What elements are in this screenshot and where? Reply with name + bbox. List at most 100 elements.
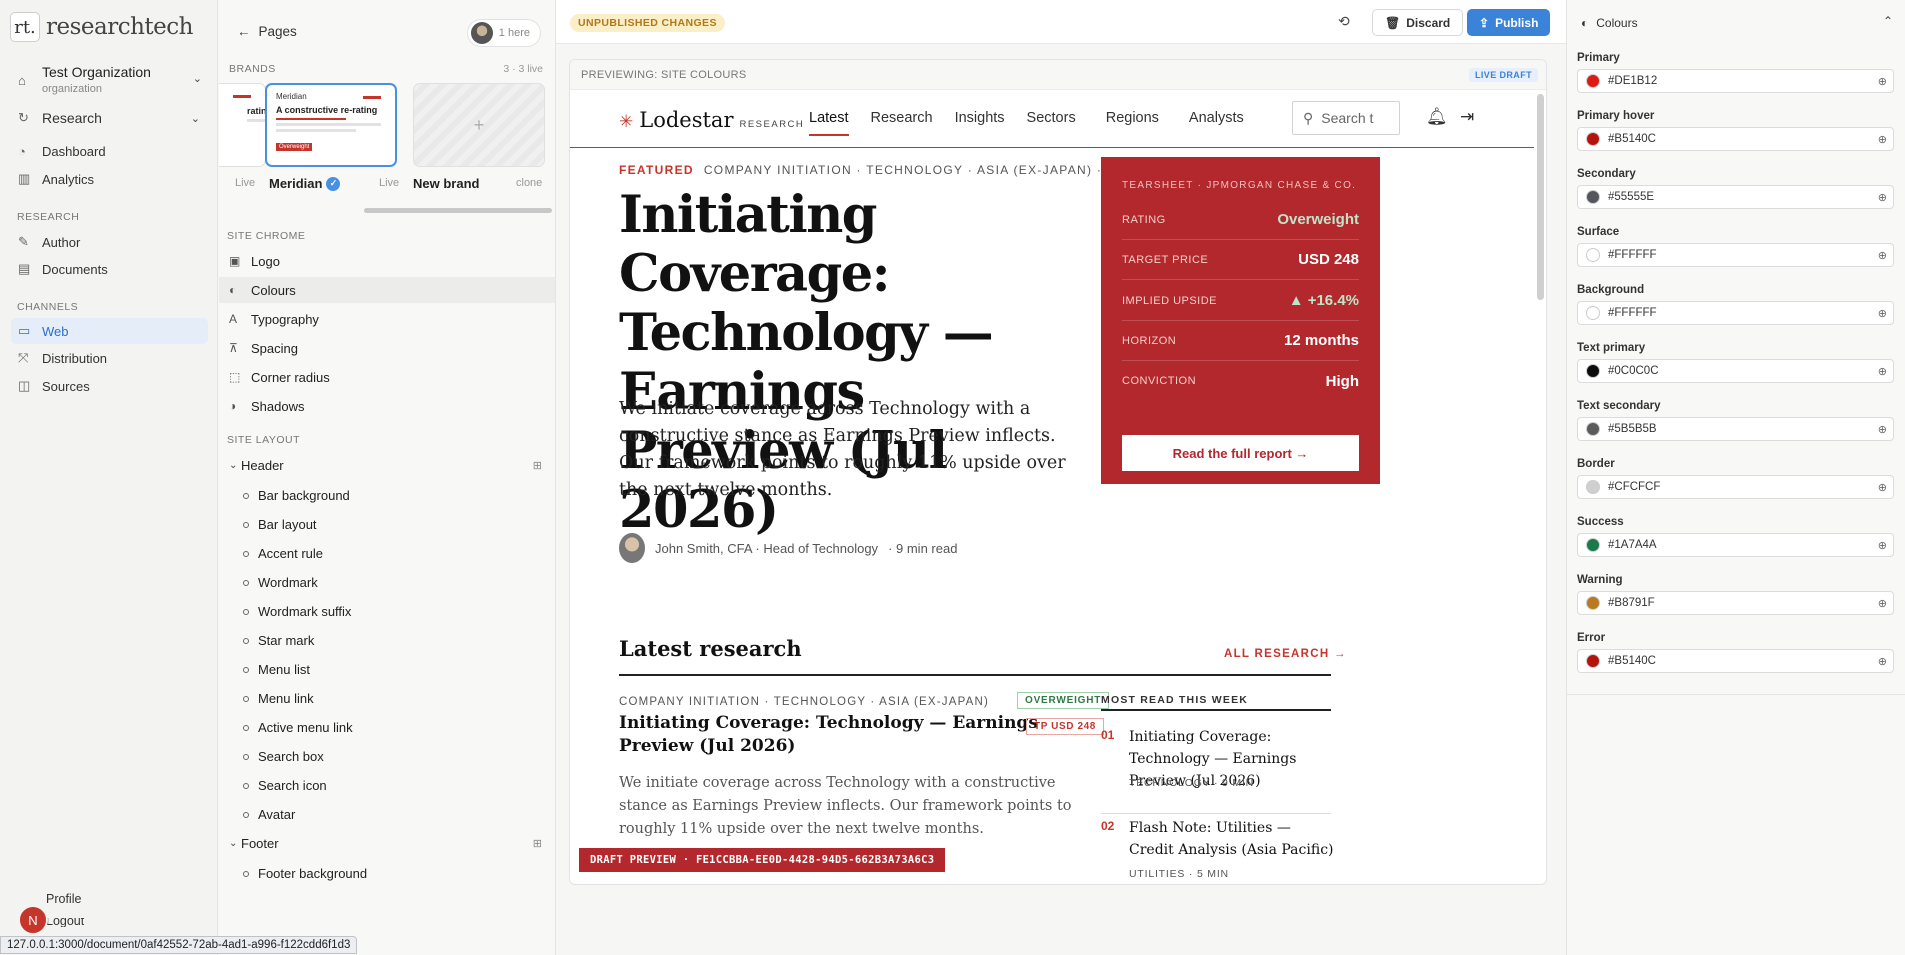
menu-link-sectors[interactable]: Sectors (1027, 110, 1076, 136)
menu-link-regions[interactable]: Regions (1106, 110, 1159, 136)
colour-input[interactable]: #B5140C ⊕ (1577, 127, 1894, 151)
eyedropper-icon[interactable]: ⊕ (1878, 133, 1887, 146)
chrome-item-spacing[interactable]: ⊼ Spacing (219, 335, 555, 361)
header-item[interactable]: Menu link (243, 691, 314, 706)
colour-input[interactable]: #B5140C ⊕ (1577, 649, 1894, 673)
shadow-icon: ◑ (229, 399, 237, 413)
article-title[interactable]: Initiating Coverage: Technology — Earnin… (619, 712, 1079, 758)
chrome-item-logo[interactable]: ▣ Logo (219, 248, 555, 274)
header-item[interactable]: Bar background (243, 488, 350, 503)
header-item[interactable]: Search box (243, 749, 324, 764)
header-item[interactable]: Search icon (243, 778, 327, 793)
colour-swatch[interactable] (1586, 74, 1600, 88)
colour-swatch[interactable] (1586, 248, 1600, 262)
brands-scrollbar[interactable] (364, 208, 552, 213)
layout-group-footer[interactable]: ⌄ Footer ⊞ (219, 836, 555, 851)
brand-card-partial[interactable]: rating (219, 83, 266, 167)
header-item[interactable]: Star mark (243, 633, 314, 648)
colour-swatch[interactable] (1586, 538, 1600, 552)
header-item[interactable]: Wordmark suffix (243, 604, 351, 619)
colour-input[interactable]: #0C0C0C ⊕ (1577, 359, 1894, 383)
most-read-item[interactable]: 01 Initiating Coverage: Technology — Ear… (1101, 726, 1331, 814)
brand-name-new[interactable]: New brand (413, 176, 479, 191)
colour-swatch[interactable] (1586, 306, 1600, 320)
app-logo[interactable]: rt. researchtech (10, 12, 193, 42)
header-item[interactable]: Active menu link (243, 720, 353, 735)
colour-input[interactable]: #FFFFFF ⊕ (1577, 243, 1894, 267)
colour-input[interactable]: #B8791F ⊕ (1577, 591, 1894, 615)
nav-research[interactable]: ↻ Research ⌄ (18, 110, 208, 126)
brand-name-meridian[interactable]: Meridian ✓ (269, 176, 341, 191)
read-full-report-button[interactable]: Read the full report → (1122, 435, 1359, 471)
grid-icon[interactable]: ⊞ (533, 459, 542, 472)
grid-icon[interactable]: ⊞ (533, 837, 542, 850)
header-item[interactable]: Wordmark (243, 575, 318, 590)
menu-link-insights[interactable]: Insights (955, 110, 1005, 136)
site-search-box[interactable]: ⚲ Search t (1292, 101, 1400, 135)
header-item[interactable]: Menu list (243, 662, 310, 677)
user-avatar[interactable]: N (18, 905, 48, 935)
bell-icon[interactable]: 🔔︎ (1426, 107, 1448, 127)
menu-link-analysts[interactable]: Analysts (1189, 110, 1244, 136)
back-to-pages[interactable]: ← Pages (237, 24, 297, 39)
author-name[interactable]: John Smith, CFA · Head of Technology (655, 541, 878, 556)
nav-dashboard[interactable]: ◔ Dashboard (18, 144, 208, 159)
nav-web[interactable]: ▭ Web (11, 318, 208, 344)
footer-item[interactable]: Footer background (243, 866, 367, 881)
menu-link-research[interactable]: Research (871, 110, 933, 136)
chrome-item-corner-radius[interactable]: ⬚ Corner radius (219, 364, 555, 390)
site-wordmark[interactable]: ✳ Lodestar RESEARCH (619, 108, 804, 132)
colours-header[interactable]: ◐ Colours (1581, 16, 1638, 30)
header-item[interactable]: Accent rule (243, 546, 323, 561)
all-research-link[interactable]: ALL RESEARCH → (1224, 648, 1347, 660)
menu-link-latest[interactable]: Latest (809, 110, 849, 136)
colour-input[interactable]: #55555E ⊕ (1577, 185, 1894, 209)
eyedropper-icon[interactable]: ⊕ (1878, 191, 1887, 204)
colour-swatch[interactable] (1586, 132, 1600, 146)
nav-distribution[interactable]: ⤧ Distribution (18, 350, 208, 366)
clone-link[interactable]: clone (516, 177, 542, 189)
eyedropper-icon[interactable]: ⊕ (1878, 249, 1887, 262)
colour-input[interactable]: #CFCFCF ⊕ (1577, 475, 1894, 499)
colour-input[interactable]: #FFFFFF ⊕ (1577, 301, 1894, 325)
eyedropper-icon[interactable]: ⊕ (1878, 539, 1887, 552)
presence-indicator[interactable]: 1 here (466, 19, 541, 47)
eyedropper-icon[interactable]: ⊕ (1878, 423, 1887, 436)
colour-swatch[interactable] (1586, 422, 1600, 436)
logout-link[interactable]: Logout (46, 918, 84, 927)
preview-scrollbar[interactable] (1537, 94, 1544, 300)
eyedropper-icon[interactable]: ⊕ (1878, 655, 1887, 668)
brand-card-meridian[interactable]: Meridian A constructive re-rating Overwe… (265, 83, 397, 167)
chrome-item-typography[interactable]: A Typography (219, 306, 555, 332)
colour-input[interactable]: #5B5B5B ⊕ (1577, 417, 1894, 441)
publish-button[interactable]: ⇪ Publish (1467, 9, 1551, 36)
colour-swatch[interactable] (1586, 654, 1600, 668)
chrome-item-shadows[interactable]: ◑ Shadows (219, 393, 555, 419)
colour-swatch[interactable] (1586, 364, 1600, 378)
chevron-up-icon[interactable]: ⌃ (1883, 14, 1893, 28)
nav-author[interactable]: ✎ Author (18, 234, 208, 250)
colour-swatch[interactable] (1586, 190, 1600, 204)
eyedropper-icon[interactable]: ⊕ (1878, 597, 1887, 610)
nav-sources[interactable]: ◫ Sources (18, 378, 208, 394)
colour-swatch[interactable] (1586, 480, 1600, 494)
eyedropper-icon[interactable]: ⊕ (1878, 75, 1887, 88)
header-item[interactable]: Bar layout (243, 517, 317, 532)
colour-input[interactable]: #DE1B12 ⊕ (1577, 69, 1894, 93)
discard-button[interactable]: 🗑 Discard (1372, 9, 1464, 36)
eyedropper-icon[interactable]: ⊕ (1878, 365, 1887, 378)
nav-documents[interactable]: ▤ Documents (18, 261, 208, 277)
history-icon[interactable]: ⟲ (1338, 13, 1350, 30)
most-read-item[interactable]: 02 Flash Note: Utilities — Credit Analys… (1101, 817, 1334, 884)
colour-swatch[interactable] (1586, 596, 1600, 610)
layout-group-header[interactable]: ⌄ Header ⊞ (219, 458, 555, 473)
eyedropper-icon[interactable]: ⊕ (1878, 307, 1887, 320)
sign-in-icon[interactable]: ⇥ (1460, 107, 1474, 127)
chrome-item-colours[interactable]: ◐ Colours (219, 277, 555, 303)
eyedropper-icon[interactable]: ⊕ (1878, 481, 1887, 494)
org-switcher[interactable]: ⌂ Test Organization organization ⌄ (18, 64, 202, 95)
colour-input[interactable]: #1A7A4A ⊕ (1577, 533, 1894, 557)
nav-analytics[interactable]: ▥ Analytics (18, 171, 208, 187)
new-brand-card[interactable]: + (413, 83, 545, 167)
header-item[interactable]: Avatar (243, 807, 295, 822)
